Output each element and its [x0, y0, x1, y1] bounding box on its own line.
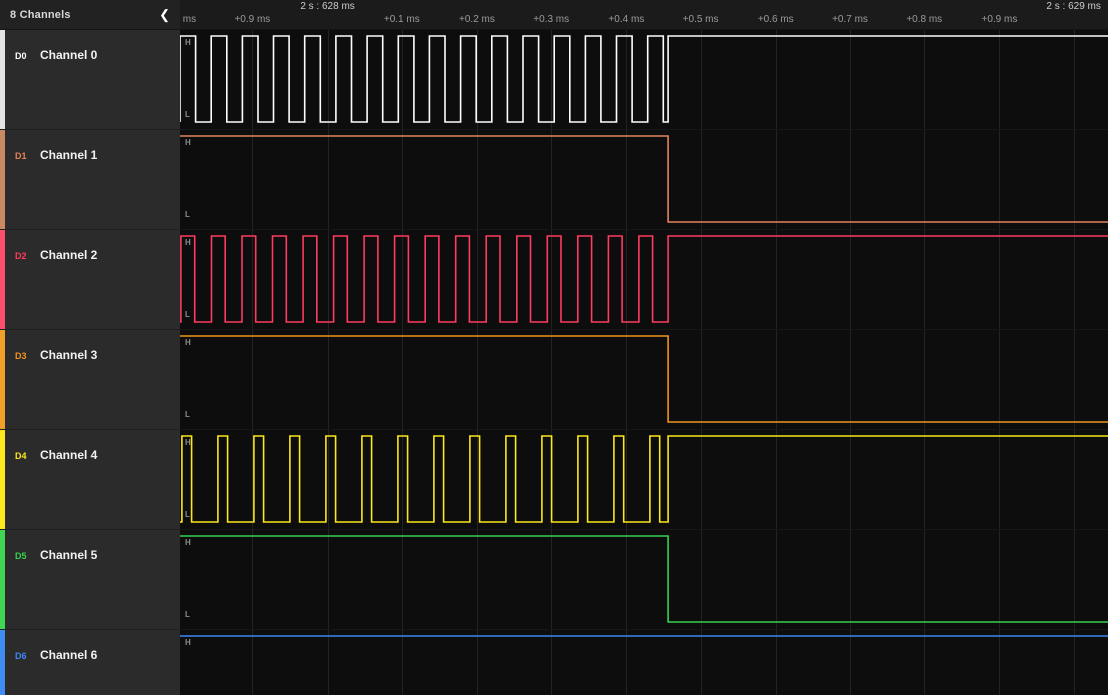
waveform-row-d3[interactable]: HL	[180, 330, 1108, 430]
ruler-minor-label: +0.8 ms	[180, 14, 197, 25]
ruler-minor-label: +0.6 ms	[757, 14, 794, 25]
channel-color-strip	[0, 430, 5, 529]
channel-id-label: D4	[15, 451, 27, 461]
channel-row-d1[interactable]: D1 Channel 1	[0, 130, 180, 230]
ruler-minor-label: +0.3 ms	[533, 14, 570, 25]
waveform-area[interactable]: HLHLHLHLHLHLHL	[180, 30, 1108, 695]
channel-id-label: D2	[15, 251, 27, 261]
channel-id-label: D0	[15, 51, 27, 61]
main-area: D0 Channel 0 D1 Channel 1 D2 Channel 2 D3 Chann…	[0, 30, 1108, 695]
ruler-major-label: 2 s : 629 ms	[1046, 1, 1101, 12]
ruler-minor-label: +0.9 ms	[981, 14, 1018, 25]
collapse-sidebar-icon[interactable]: ❮	[159, 8, 170, 21]
channel-color-strip	[0, 630, 5, 695]
time-ruler[interactable]: 2 s : 628 ms 2 s : 629 ms +0.8 ms +0.9 ms +0…	[180, 0, 1108, 30]
channel-row-d3[interactable]: D3 Channel 3	[0, 330, 180, 430]
sidebar-header: 8 Channels ❮	[0, 0, 180, 30]
waveform-row-d0[interactable]: HL	[180, 30, 1108, 130]
waveform-row-d2[interactable]: HL	[180, 230, 1108, 330]
ruler-major-label: 2 s : 628 ms	[300, 1, 355, 12]
digital-waveform	[180, 635, 1108, 637]
ruler-minor-label: +0.5 ms	[682, 14, 719, 25]
digital-waveform	[180, 35, 1108, 123]
channel-name-label: Channel 3	[40, 348, 98, 362]
channel-sidebar: D0 Channel 0 D1 Channel 1 D2 Channel 2 D3 Chann…	[0, 30, 180, 695]
channel-name-label: Channel 5	[40, 548, 98, 562]
waveform-row-d5[interactable]: HL	[180, 530, 1108, 630]
ruler-minor-label: +0.4 ms	[608, 14, 645, 25]
digital-waveform	[180, 335, 1108, 423]
channel-name-label: Channel 2	[40, 248, 98, 262]
channel-row-d2[interactable]: D2 Channel 2	[0, 230, 180, 330]
channel-count-title: 8 Channels	[10, 8, 71, 21]
waveform-row-d6[interactable]: HL	[180, 630, 1108, 695]
ruler-minor-label: +0.2 ms	[459, 14, 495, 25]
waveform-row-d1[interactable]: HL	[180, 130, 1108, 230]
top-bar: 8 Channels ❮ 2 s : 628 ms 2 s : 629 ms +0.…	[0, 0, 1108, 30]
channel-row-d5[interactable]: D5 Channel 5	[0, 530, 180, 630]
channel-color-strip	[0, 230, 5, 329]
channel-row-d0[interactable]: D0 Channel 0	[0, 30, 180, 130]
channel-name-label: Channel 6	[40, 648, 98, 662]
digital-waveform	[180, 435, 1108, 523]
channel-name-label: Channel 4	[40, 448, 98, 462]
ruler-minor-label: +0.7 ms	[832, 14, 868, 25]
channel-id-label: D1	[15, 151, 27, 161]
channel-row-d4[interactable]: D4 Channel 4	[0, 430, 180, 530]
digital-waveform	[180, 235, 1108, 323]
channel-id-label: D5	[15, 551, 27, 561]
channel-id-label: D6	[15, 651, 27, 661]
channel-id-label: D3	[15, 351, 27, 361]
digital-waveform	[180, 535, 1108, 623]
channel-row-d6[interactable]: D6 Channel 6	[0, 630, 180, 695]
logic-analyzer-app: 8 Channels ❮ 2 s : 628 ms 2 s : 629 ms +0.…	[0, 0, 1108, 695]
ruler-minor-label: +0.9 ms	[234, 14, 271, 25]
channel-color-strip	[0, 330, 5, 429]
channel-name-label: Channel 1	[40, 148, 98, 162]
channel-color-strip	[0, 530, 5, 629]
digital-waveform	[180, 135, 1108, 223]
ruler-minor-label: +0.8 ms	[906, 14, 943, 25]
channel-color-strip	[0, 130, 5, 229]
channel-name-label: Channel 0	[40, 48, 98, 62]
waveform-row-d4[interactable]: HL	[180, 430, 1108, 530]
channel-color-strip	[0, 30, 5, 129]
ruler-minor-label: +0.1 ms	[383, 14, 420, 25]
